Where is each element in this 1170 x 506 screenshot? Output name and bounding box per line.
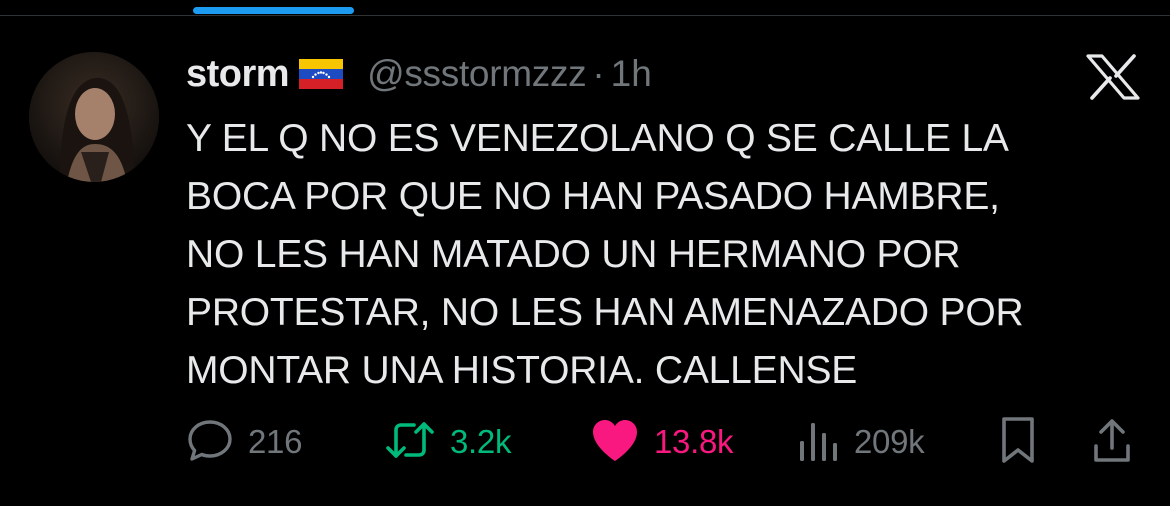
top-divider xyxy=(0,15,1170,16)
tweet-text: Y EL Q NO ES VENEZOLANO Q SE CALLE LA BO… xyxy=(186,117,1024,392)
tab-indicator xyxy=(193,7,354,14)
timestamp[interactable]: 1h xyxy=(611,53,652,95)
repost-arrows-icon xyxy=(384,416,436,469)
views-count: 209k xyxy=(854,423,925,460)
bar-chart-icon xyxy=(798,417,840,468)
repost-button[interactable]: 3.2k xyxy=(384,415,511,469)
speech-bubble-icon xyxy=(186,416,234,469)
venezuela-flag-icon xyxy=(299,59,344,89)
tweet-header: storm @ssstormzzz · 1h xyxy=(186,50,652,98)
x-logo-icon[interactable] xyxy=(1086,54,1140,100)
header-separator: · xyxy=(592,53,605,94)
action-bar: 216 3.2k 13.8k 209k xyxy=(186,415,1136,469)
share-button[interactable] xyxy=(1092,415,1132,469)
repost-count: 3.2k xyxy=(450,423,512,460)
bookmark-button[interactable] xyxy=(998,415,1038,469)
avatar[interactable] xyxy=(29,52,159,182)
like-button[interactable]: 13.8k xyxy=(590,415,734,469)
like-count: 13.8k xyxy=(654,423,734,460)
author-name[interactable]: storm xyxy=(186,53,290,96)
heart-filled-icon xyxy=(590,417,640,468)
author-handle[interactable]: @ssstormzzz xyxy=(367,53,587,95)
share-icon xyxy=(1092,416,1132,469)
reply-button[interactable]: 216 xyxy=(186,415,302,469)
reply-count: 216 xyxy=(248,423,303,460)
avatar-photo xyxy=(29,52,159,182)
views-button[interactable]: 209k xyxy=(798,415,925,469)
bookmark-icon xyxy=(998,415,1038,470)
